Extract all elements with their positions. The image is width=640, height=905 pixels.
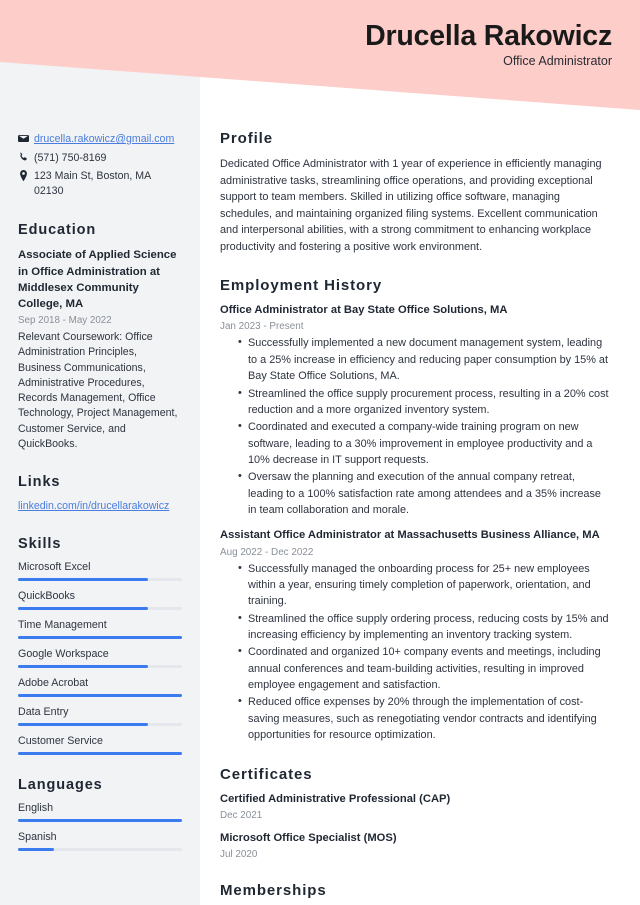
skill-bar-track: [18, 752, 182, 756]
list-item: QuickBooks: [18, 590, 182, 611]
skill-label: Microsoft Excel: [18, 561, 91, 574]
skill-bar-fill: [18, 665, 148, 669]
list-item: Google Workspace: [18, 648, 182, 669]
list-item: Data Entry: [18, 706, 182, 727]
job-entry: Assistant Office Administrator at Massac…: [220, 528, 612, 743]
education-description: Relevant Coursework: Office Administrati…: [18, 331, 178, 450]
envelope-icon: [18, 132, 34, 144]
skills-section: Skills Microsoft Excel QuickBooks Time M…: [18, 536, 182, 756]
list-item: Adobe Acrobat: [18, 677, 182, 698]
skill-bar-fill: [18, 607, 148, 611]
list-item: Time Management: [18, 619, 182, 640]
education-date: Sep 2018 - May 2022: [18, 315, 112, 327]
contact-item-phone: (571) 750-8169: [18, 151, 182, 166]
skills-heading: Skills: [18, 536, 62, 553]
location-pin-icon: [18, 169, 34, 182]
job-date: Aug 2022 - Dec 2022: [220, 546, 314, 558]
language-label: English: [18, 802, 54, 815]
languages-heading: Languages: [18, 777, 103, 794]
employment-section: Employment History Office Administrator …: [220, 277, 612, 743]
job-date: Jan 2023 - Present: [220, 321, 304, 333]
profile-heading: Profile: [220, 130, 273, 147]
education-section: Education Associate of Applied Science i…: [18, 222, 182, 452]
list-item: Successfully implemented a new document …: [238, 334, 612, 384]
certificate-title: Microsoft Office Specialist (MOS): [220, 831, 397, 844]
list-item: Oversaw the planning and execution of th…: [238, 468, 612, 518]
job-title: Assistant Office Administrator at Massac…: [220, 529, 600, 542]
language-bar-track: [18, 848, 182, 852]
skill-bar-fill: [18, 752, 182, 756]
skill-bar-track: [18, 665, 182, 669]
contact-list: drucella.rakowicz@gmail.com (571) 750-81…: [18, 132, 182, 198]
education-entry: Associate of Applied Science in Office A…: [18, 247, 182, 452]
list-item: Streamlined the office supply procuremen…: [238, 385, 612, 419]
language-label: Spanish: [18, 831, 57, 844]
certificates-heading: Certificates: [220, 765, 313, 783]
job-entry: Office Administrator at Bay State Office…: [220, 303, 612, 518]
skill-label: Customer Service: [18, 735, 103, 748]
list-item: Coordinated and executed a company-wide …: [238, 418, 612, 468]
job-bullets: Successfully managed the onboarding proc…: [220, 560, 612, 744]
skill-bar-fill: [18, 578, 148, 582]
skill-bar-track: [18, 694, 182, 698]
skill-bar-track: [18, 723, 182, 727]
list-item: Successfully managed the onboarding proc…: [238, 560, 612, 610]
email-link[interactable]: drucella.rakowicz@gmail.com: [34, 133, 174, 145]
address-value: 123 Main St, Boston, MA 02130: [34, 170, 151, 197]
profile-text: Dedicated Office Administrator with 1 ye…: [220, 158, 602, 253]
skill-bar-fill: [18, 636, 182, 640]
contact-item-address: 123 Main St, Boston, MA 02130: [18, 169, 182, 198]
linkedin-link[interactable]: linkedin.com/in/drucellarakowicz: [18, 500, 169, 512]
language-bar-fill: [18, 819, 182, 823]
list-item[interactable]: linkedin.com/in/drucellarakowicz: [18, 499, 182, 514]
list-item: Coordinated and organized 10+ company ev…: [238, 643, 612, 693]
phone-icon: [18, 151, 34, 163]
language-bar-fill: [18, 848, 55, 852]
certificate-title: Certified Administrative Professional (C…: [220, 792, 451, 805]
education-title: Associate of Applied Science in Office A…: [18, 249, 177, 310]
skill-label: QuickBooks: [18, 590, 76, 603]
list-item: Customer Service: [18, 735, 182, 756]
skill-label: Google Workspace: [18, 648, 109, 661]
skill-bar-fill: [18, 694, 182, 698]
employment-heading: Employment History: [220, 277, 383, 295]
job-title: Office Administrator at Bay State Office…: [220, 304, 508, 317]
job-bullets: Successfully implemented a new document …: [220, 334, 612, 518]
profile-section: Profile Dedicated Office Administrator w…: [220, 130, 612, 255]
contact-item-email[interactable]: drucella.rakowicz@gmail.com: [18, 132, 182, 147]
skill-bar-track: [18, 636, 182, 640]
languages-section: Languages English Spanish: [18, 777, 182, 852]
certificate-date: Dec 2021: [220, 809, 263, 821]
skill-bar-fill: [18, 723, 148, 727]
language-bar-track: [18, 819, 182, 823]
skill-label: Time Management: [18, 619, 107, 632]
list-item: Microsoft Excel: [18, 561, 182, 582]
list-item: Spanish: [18, 831, 182, 852]
certificate-date: Jul 2020: [220, 848, 258, 860]
skill-label: Data Entry: [18, 706, 69, 719]
memberships-section: Memberships International Association of…: [220, 882, 612, 905]
certificate-entry: Microsoft Office Specialist (MOS) Jul 20…: [220, 831, 612, 860]
main-content: Profile Dedicated Office Administrator w…: [200, 0, 640, 905]
list-item: Reduced office expenses by 20% through t…: [238, 693, 612, 743]
sidebar: drucella.rakowicz@gmail.com (571) 750-81…: [0, 0, 200, 873]
certificates-section: Certificates Certified Administrative Pr…: [220, 766, 612, 860]
resume-page: Drucella Rakowicz Office Administrator d…: [0, 0, 640, 905]
education-heading: Education: [18, 222, 97, 239]
memberships-heading: Memberships: [220, 881, 327, 899]
list-item: Streamlined the office supply ordering p…: [238, 610, 612, 644]
phone-value: (571) 750-8169: [34, 151, 107, 164]
skill-label: Adobe Acrobat: [18, 677, 89, 690]
links-heading: Links: [18, 474, 61, 491]
list-item: English: [18, 802, 182, 823]
skill-bar-track: [18, 578, 182, 582]
skill-bar-track: [18, 607, 182, 611]
links-section: Links linkedin.com/in/drucellarakowicz: [18, 474, 182, 514]
certificate-entry: Certified Administrative Professional (C…: [220, 792, 612, 821]
